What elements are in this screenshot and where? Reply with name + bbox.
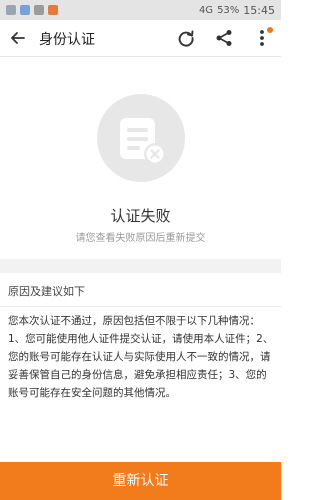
- notification-icon: [48, 5, 58, 15]
- reasons-header-label: 原因及建议如下: [8, 285, 85, 298]
- network-label: 4G: [198, 4, 214, 16]
- share-icon[interactable]: [214, 28, 234, 48]
- document-failed-icon: [97, 94, 185, 182]
- result-subtitle: 请您查看失败原因后重新提交: [75, 233, 206, 244]
- notification-icon: [6, 5, 16, 15]
- page-title: 身份认证: [39, 32, 95, 48]
- result-title: 认证失败: [110, 207, 171, 225]
- back-button[interactable]: [8, 28, 28, 48]
- resubmit-button[interactable]: 重新认证: [0, 462, 281, 500]
- status-notifications: [6, 5, 58, 15]
- notification-icon: [20, 5, 30, 15]
- battery-label: 53%: [217, 4, 240, 16]
- reasons-body: 您本次认证不通过，原因包括但不限于以下几种情况：1、您可能使用他人证件提交认证，…: [8, 315, 274, 399]
- notification-icon: [34, 5, 44, 15]
- refresh-icon[interactable]: [176, 28, 196, 48]
- reasons-header: 原因及建议如下: [0, 273, 281, 307]
- section-divider: [0, 259, 281, 273]
- status-indicators: 4G 53% 15:45: [199, 4, 275, 17]
- notification-dot: [267, 27, 273, 33]
- clock: 15:45: [243, 3, 275, 17]
- result-section: 认证失败 请您查看失败原因后重新提交: [0, 57, 281, 259]
- app-bar: 身份认证: [0, 20, 281, 57]
- status-bar: 4G 53% 15:45: [0, 0, 281, 20]
